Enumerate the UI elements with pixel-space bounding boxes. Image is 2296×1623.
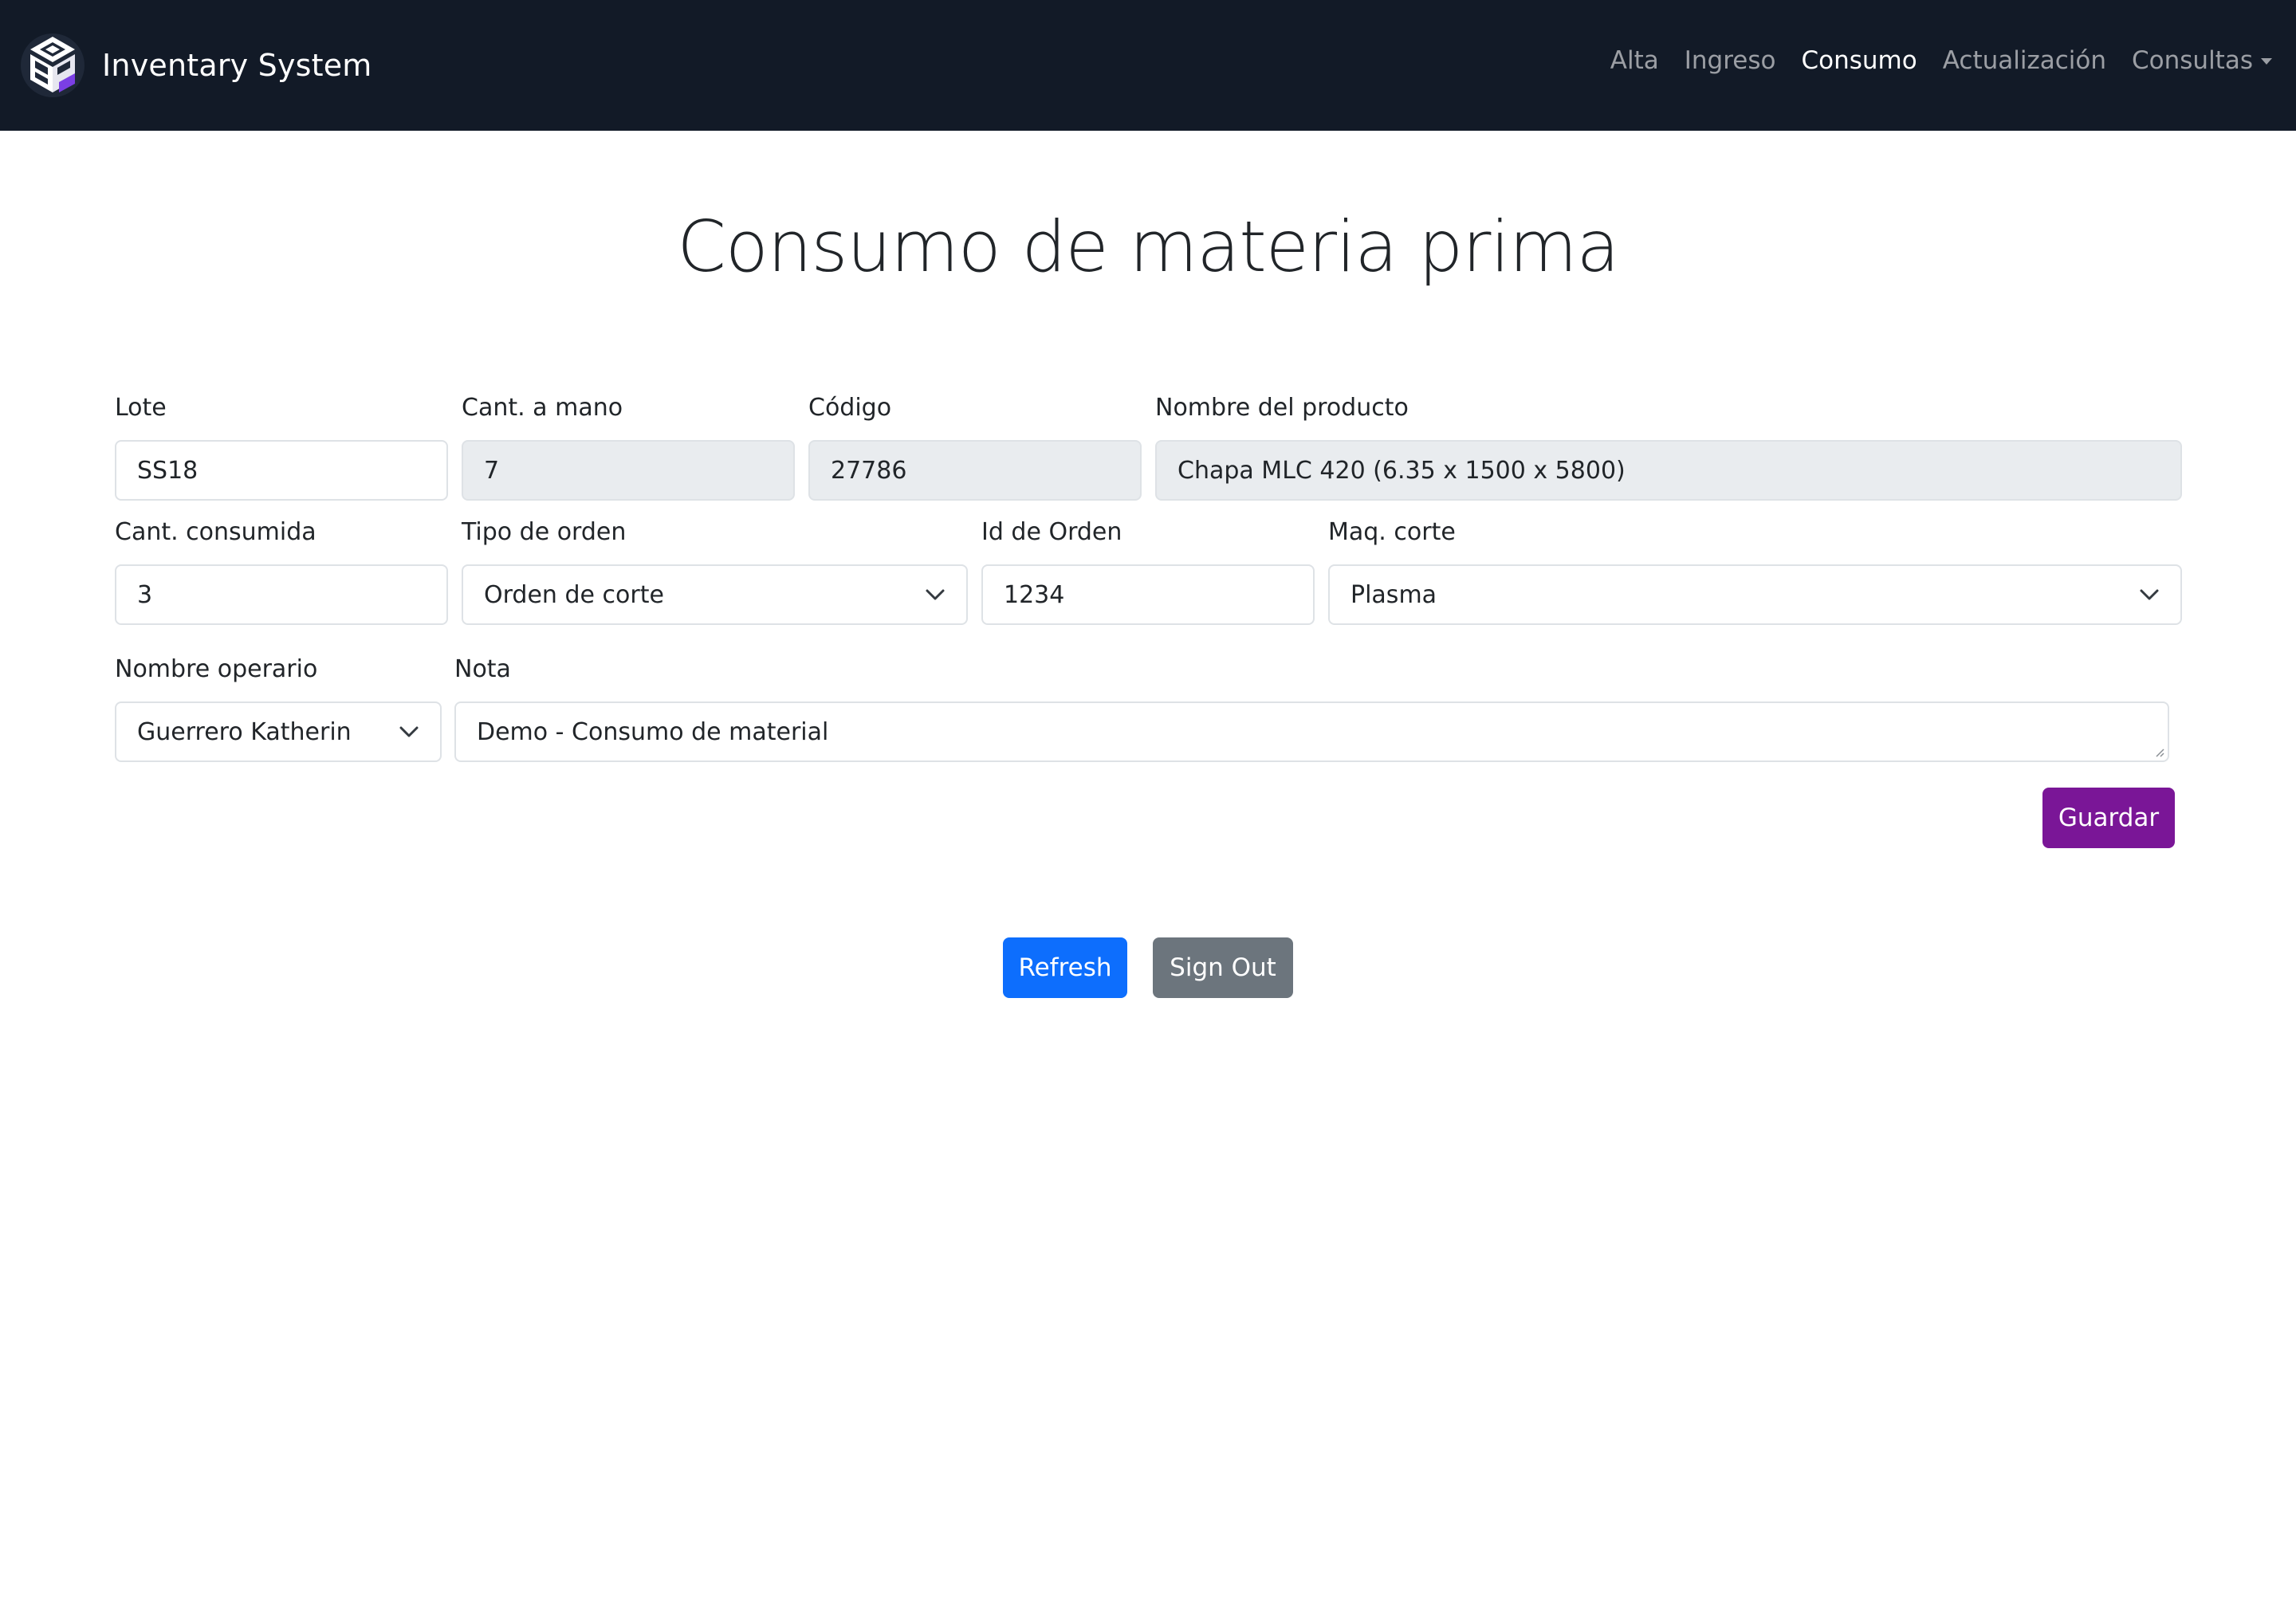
guardar-button[interactable]: Guardar: [2042, 788, 2175, 848]
cant-a-mano-input: 7: [462, 440, 795, 501]
tipo-orden-label: Tipo de orden: [462, 518, 627, 546]
nota-label: Nota: [454, 655, 511, 683]
id-orden-label: Id de Orden: [981, 518, 1122, 546]
refresh-button[interactable]: Refresh: [1003, 937, 1127, 998]
top-navbar: Inventary System Alta Ingreso Consumo Ac…: [0, 0, 2296, 131]
resize-grip-icon[interactable]: [2153, 746, 2164, 757]
nombre-operario-value: Guerrero Katherin: [137, 717, 352, 746]
codigo-value: 27786: [831, 456, 907, 485]
nombre-producto-value: Chapa MLC 420 (6.35 x 1500 x 5800): [1177, 456, 1626, 485]
lote-value: SS18: [137, 456, 199, 485]
brand-name: Inventary System: [102, 48, 372, 83]
chevron-down-icon: [926, 589, 945, 600]
nav-dropdown-consultas-label: Consultas: [2132, 46, 2253, 75]
maq-corte-select[interactable]: Plasma: [1328, 564, 2182, 625]
cant-consumida-input[interactable]: 3: [115, 564, 448, 625]
sign-out-button[interactable]: Sign Out: [1153, 937, 1293, 998]
cant-consumida-value: 3: [137, 580, 153, 609]
codigo-label: Código: [808, 394, 892, 422]
tipo-orden-select[interactable]: Orden de corte: [462, 564, 968, 625]
caret-down-icon: [2261, 58, 2272, 65]
id-orden-value: 1234: [1004, 580, 1065, 609]
nav-link-ingreso[interactable]: Ingreso: [1685, 46, 1776, 75]
id-orden-input[interactable]: 1234: [981, 564, 1315, 625]
maq-corte-label: Maq. corte: [1328, 518, 1456, 546]
nav-link-actualizacion[interactable]: Actualización: [1943, 46, 2106, 75]
brand-link[interactable]: Inventary System: [19, 29, 372, 102]
page-title: Consumo de materia prima: [677, 206, 1619, 288]
maq-corte-value: Plasma: [1350, 580, 1437, 609]
chevron-down-icon: [2140, 589, 2159, 600]
codigo-input: 27786: [808, 440, 1142, 501]
cant-consumida-label: Cant. consumida: [115, 518, 316, 546]
lote-input[interactable]: SS18: [115, 440, 448, 501]
cant-a-mano-value: 7: [484, 456, 500, 485]
nav-dropdown-consultas[interactable]: Consultas: [2132, 46, 2272, 75]
nombre-producto-label: Nombre del producto: [1155, 394, 1409, 422]
nota-textarea[interactable]: Demo - Consumo de material: [454, 701, 2169, 762]
lote-label: Lote: [115, 394, 167, 422]
nav-link-alta[interactable]: Alta: [1610, 46, 1659, 75]
nombre-producto-input: Chapa MLC 420 (6.35 x 1500 x 5800): [1155, 440, 2182, 501]
nombre-operario-select[interactable]: Guerrero Katherin: [115, 701, 442, 762]
cube-logo-icon: [21, 33, 85, 97]
tipo-orden-value: Orden de corte: [484, 580, 664, 609]
nav-link-consumo[interactable]: Consumo: [1802, 46, 1917, 75]
cant-a-mano-label: Cant. a mano: [462, 394, 623, 422]
nota-value: Demo - Consumo de material: [477, 717, 829, 746]
chevron-down-icon: [399, 726, 419, 737]
nombre-operario-label: Nombre operario: [115, 655, 318, 683]
nav-links: Alta Ingreso Consumo Actualización Consu…: [1610, 46, 2272, 75]
